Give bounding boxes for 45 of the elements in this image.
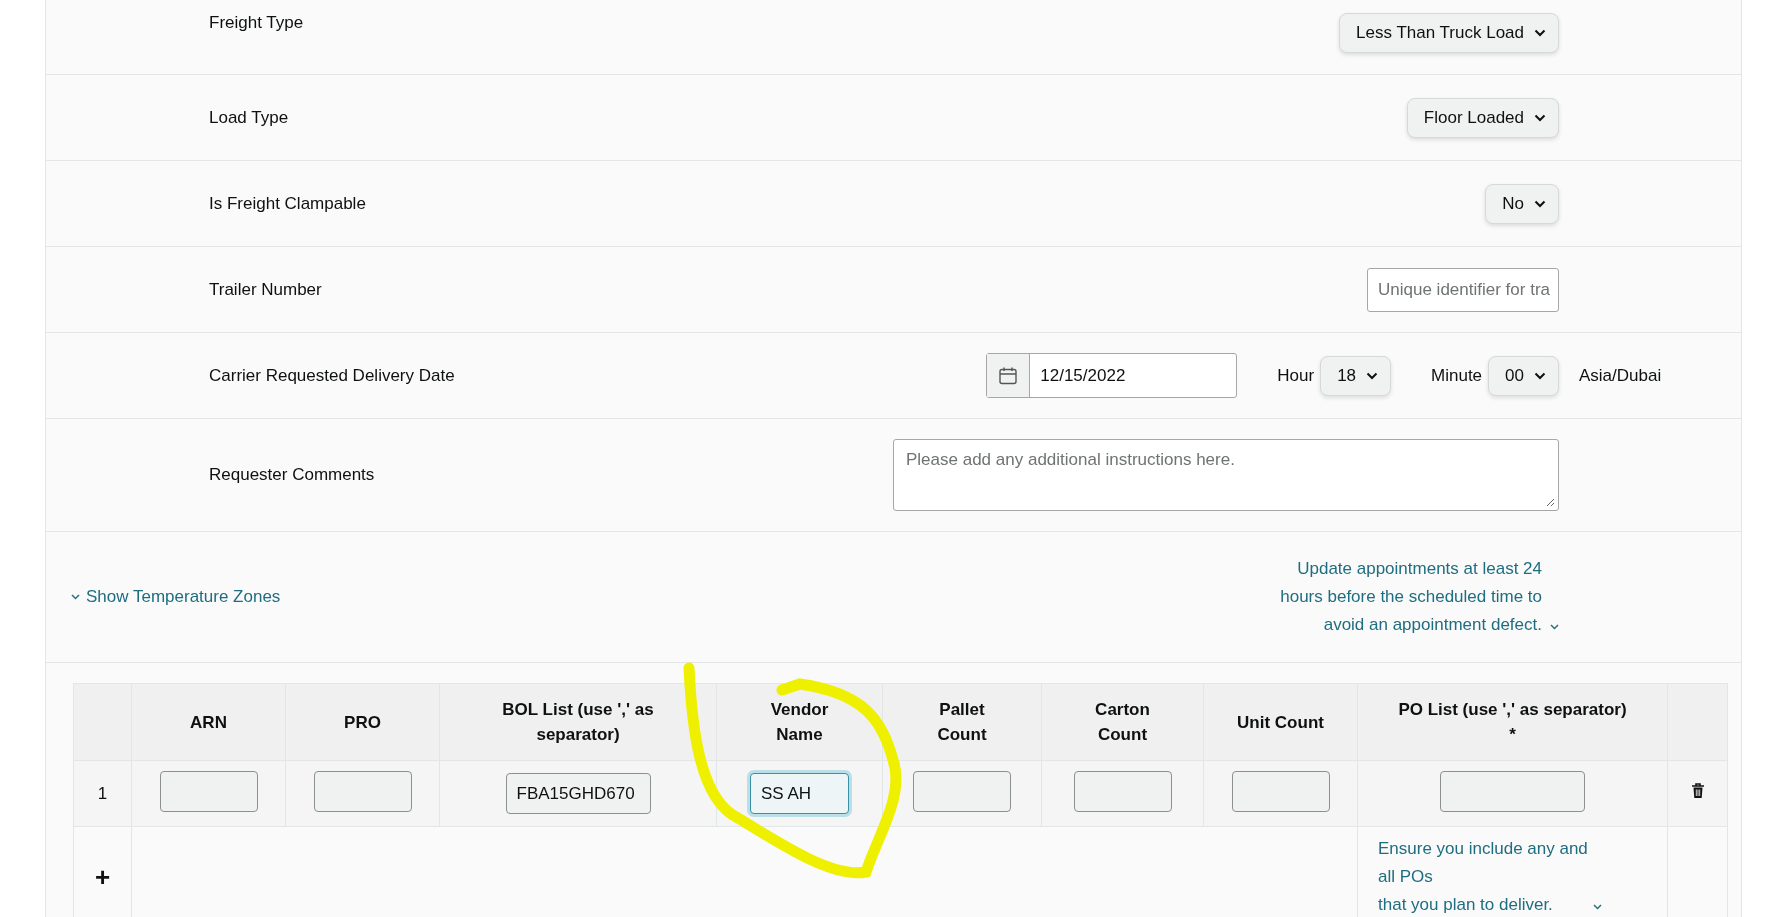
- chevron-down-icon: [1534, 29, 1546, 37]
- minute-dropdown[interactable]: 00: [1488, 355, 1559, 396]
- chevron-down-icon: [1366, 371, 1379, 380]
- hour-dropdown[interactable]: 18: [1320, 355, 1392, 396]
- cell-input[interactable]: [159, 770, 258, 812]
- column-header: Carton Count: [1094, 699, 1151, 746]
- column-header: Pallet Count: [936, 699, 988, 746]
- hour-label: Hour: [1277, 365, 1315, 386]
- column-header: ARN: [189, 711, 228, 734]
- comments-field[interactable]: Please add any additional instructions here.: [893, 439, 1559, 511]
- chevron-down-icon: [1534, 199, 1546, 208]
- cell-input[interactable]: SS AH: [750, 773, 849, 814]
- appointment-notice-link[interactable]: Update appointments at least 24 hours before the scheduled time to avoid an appointment defect.: [1252, 555, 1542, 639]
- dropdown[interactable]: Floor Loaded: [1406, 97, 1559, 138]
- field-label: Trailer Number: [209, 279, 323, 300]
- chevron-down-icon: [1534, 113, 1546, 122]
- field-label: Load Type: [209, 107, 290, 128]
- column-header: BOL List (use ',' as separator): [501, 699, 655, 746]
- row-number: 1: [97, 783, 108, 803]
- trash-icon[interactable]: [1690, 783, 1705, 799]
- input-field[interactable]: Unique identifier for tra: [1367, 267, 1559, 312]
- dropdown[interactable]: Less Than Truck Load: [1339, 13, 1559, 53]
- cell-input[interactable]: FBA15GHD670: [505, 773, 651, 814]
- cell-input[interactable]: [1073, 770, 1172, 812]
- show-temperature-zones-link[interactable]: Show Temperature Zones: [71, 587, 281, 607]
- date-field[interactable]: 12/15/2022: [986, 353, 1238, 398]
- field-label: Is Freight Clampable: [209, 193, 367, 214]
- dropdown[interactable]: No: [1485, 183, 1559, 224]
- add-row-button[interactable]: +: [94, 861, 111, 893]
- column-header: PRO: [343, 711, 382, 734]
- minute-label: Minute: [1431, 365, 1483, 386]
- column-header: Vendor Name: [769, 699, 830, 746]
- timezone-label: Asia/Dubai: [1579, 365, 1663, 386]
- cell-input[interactable]: [313, 770, 412, 812]
- field-label: Requester Comments: [209, 465, 376, 485]
- field-label: Carrier Requested Delivery Date: [209, 365, 456, 386]
- chevron-down-icon: [1534, 371, 1546, 380]
- cell-input[interactable]: [1231, 770, 1330, 812]
- column-header: PO List (use ',' as separator) *: [1397, 699, 1628, 746]
- resize-grip-icon: [1546, 498, 1555, 507]
- calendar-icon: [998, 365, 1019, 386]
- field-label: Freight Type: [209, 13, 305, 33]
- cell-input[interactable]: [913, 770, 1011, 812]
- cell-input[interactable]: [1440, 770, 1585, 812]
- column-header: Unit Count: [1236, 711, 1325, 734]
